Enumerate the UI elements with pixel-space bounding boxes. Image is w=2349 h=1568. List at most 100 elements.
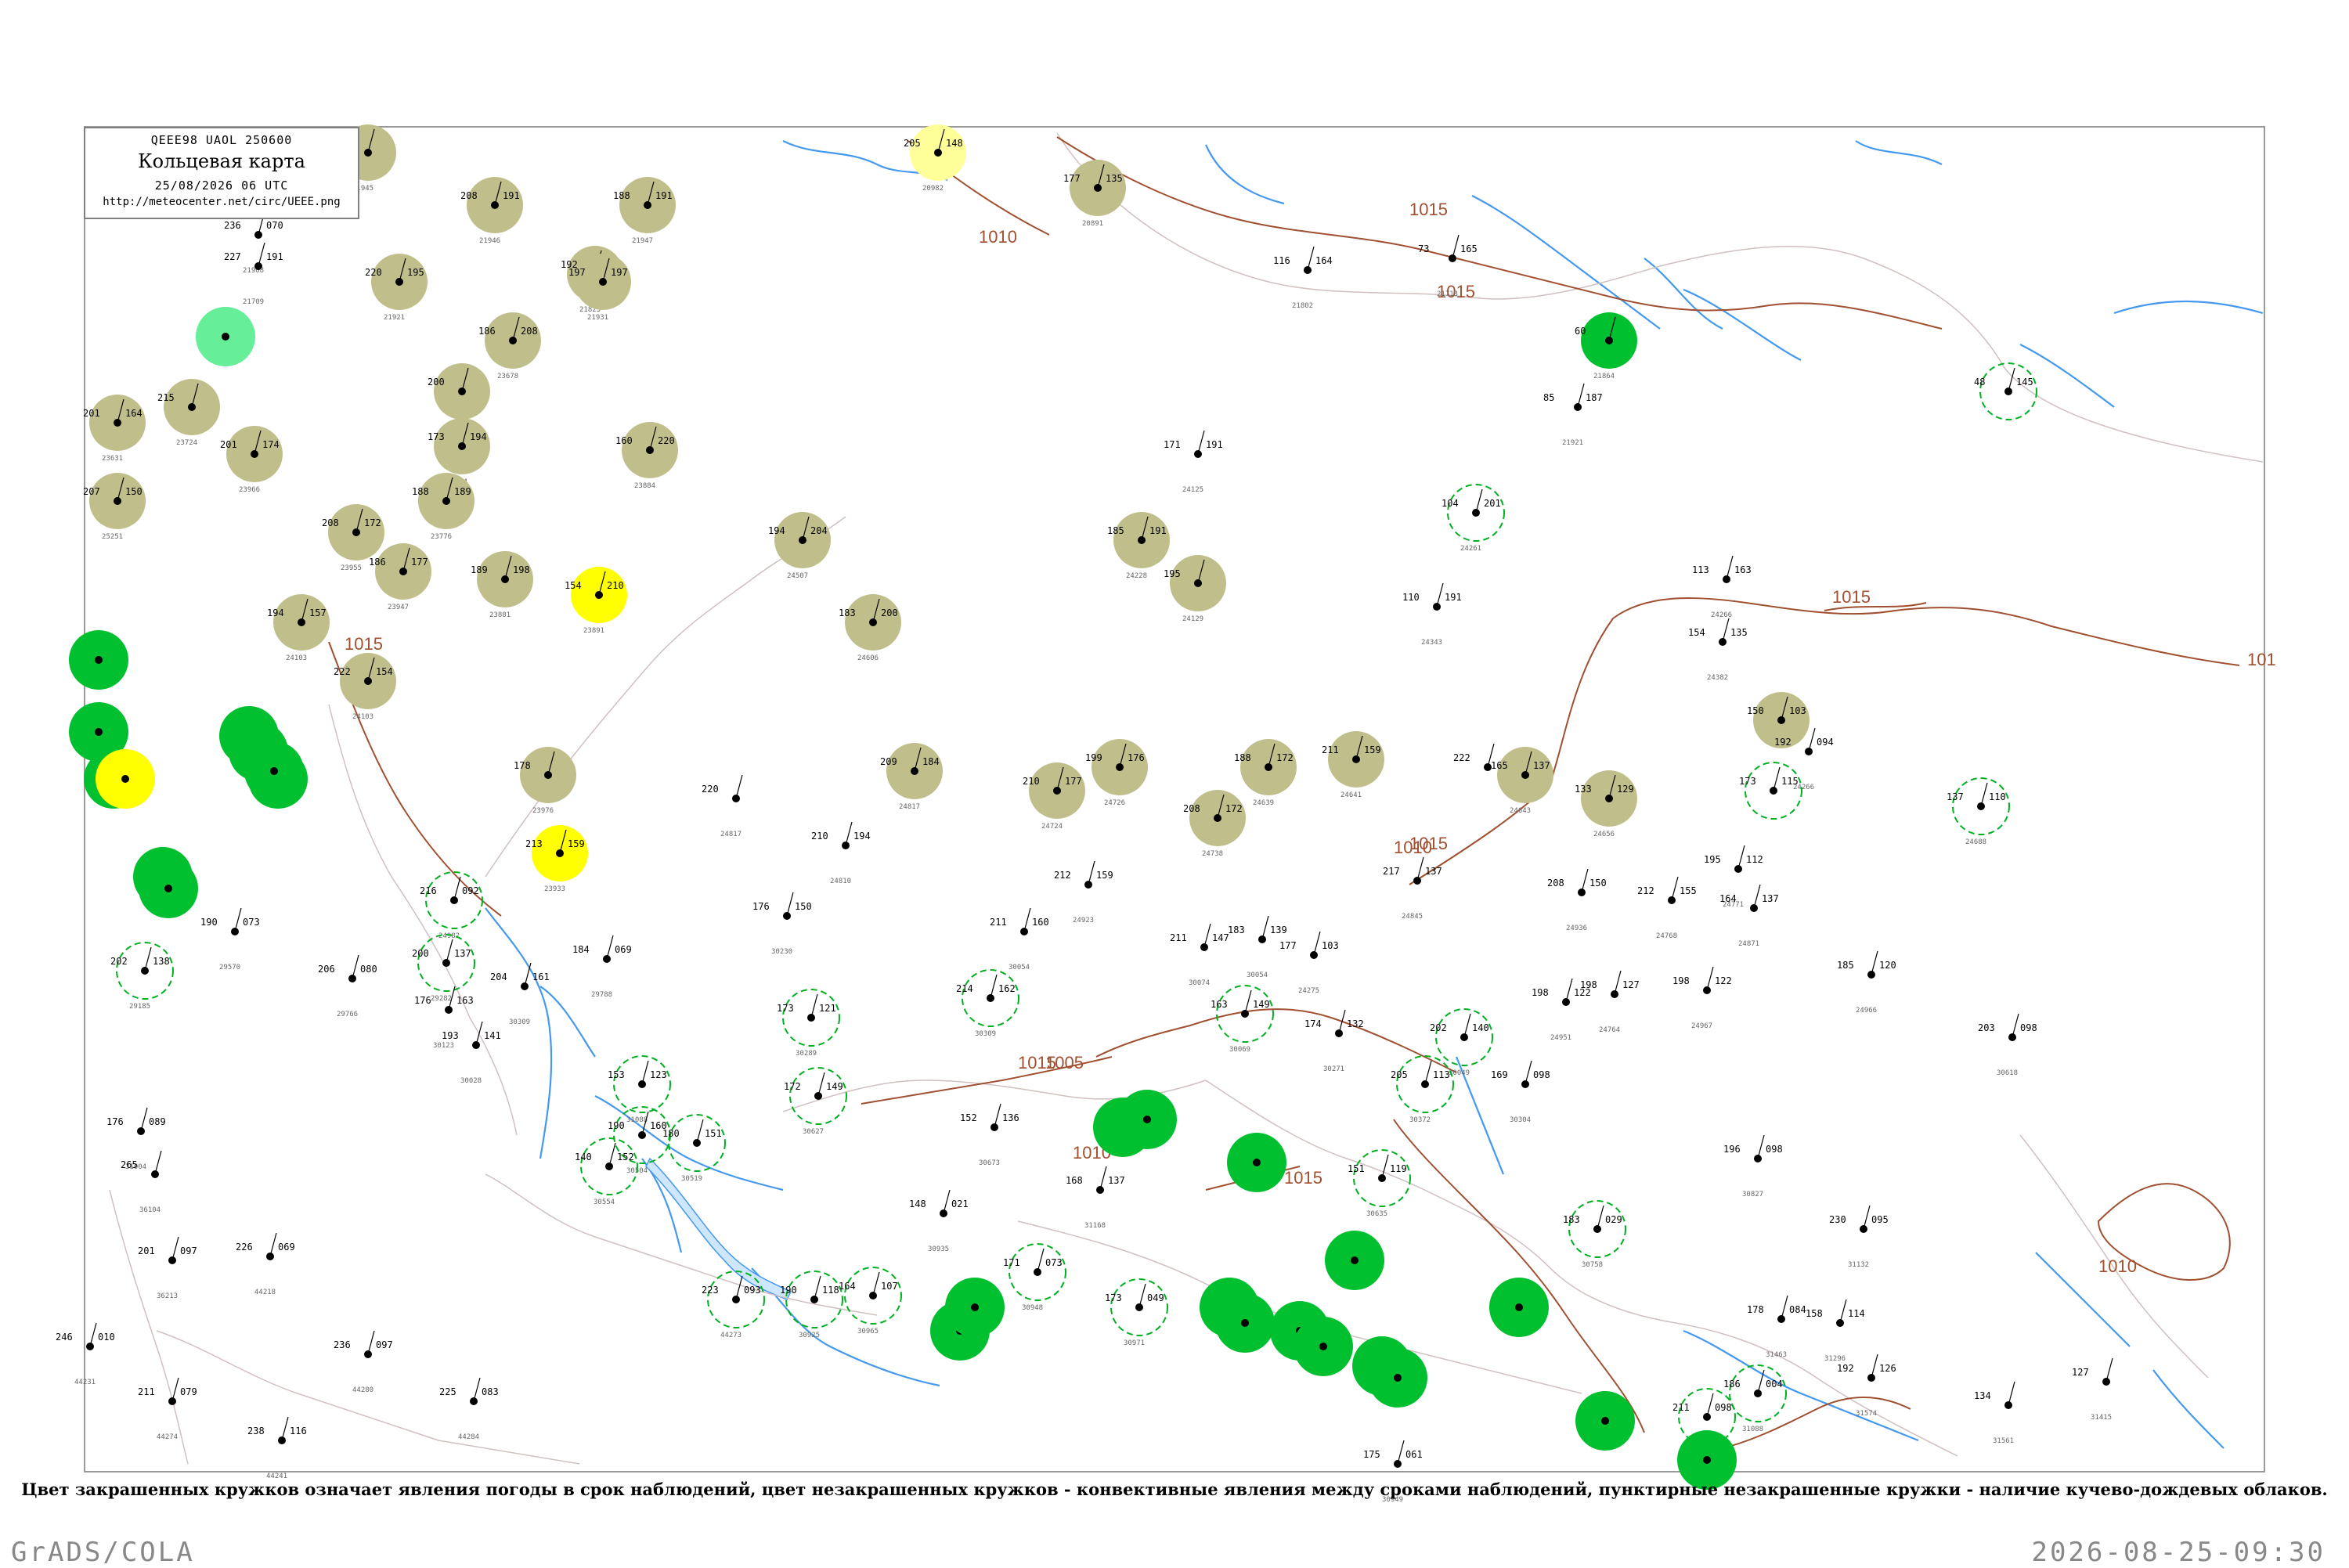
station-marker: 164 137 24871 (1719, 884, 1779, 948)
station-marker: 168 137 31168 (1066, 1166, 1125, 1230)
station-marker: 165 137 24643 (1491, 747, 1553, 815)
wind-barb (367, 1330, 375, 1355)
station-temperature: 185 (1837, 960, 1854, 971)
station-pressure: 115 (1781, 776, 1799, 787)
station-index: 23933 (544, 885, 565, 893)
station-pressure: 163 (456, 995, 474, 1006)
wind-barb (473, 1377, 481, 1402)
station-index: 23678 (497, 373, 518, 380)
station-temperature: 205 (904, 138, 921, 149)
wind-barb (1424, 1060, 1432, 1085)
station-temperature: 222 (334, 666, 351, 677)
station-temperature: 215 (157, 392, 175, 403)
station-temperature: 134 (1974, 1390, 1991, 1401)
wind-barb (446, 939, 453, 964)
station-marker: 158 114 31296 (1806, 1299, 1865, 1363)
station-pressure: 174 (262, 439, 280, 450)
station-index: 30758 (1582, 1261, 1603, 1269)
station-index: 23976 (532, 807, 554, 815)
station-temperature: 104 (1442, 498, 1459, 509)
station-temperature: 173 (1105, 1292, 1122, 1303)
station-marker: 152 136 30673 (960, 1103, 1019, 1167)
station-marker: 116 164 21802 (1273, 246, 1333, 310)
wind-barb (2105, 1357, 2113, 1382)
station-pressure: 172 (1225, 803, 1243, 814)
station-index: 31463 (1766, 1351, 1787, 1359)
station-dot (1394, 1374, 1402, 1382)
station-index: 24103 (286, 654, 307, 662)
station-temperature: 212 (1054, 870, 1071, 881)
station-pressure: 149 (1253, 999, 1270, 1010)
station-temperature: 225 (439, 1386, 456, 1397)
station-marker: 173 115 (1739, 762, 1802, 820)
station-layer: 1712194520819121946188191219472051482098… (56, 124, 2113, 1504)
station-temperature: 210 (811, 831, 828, 842)
station-pressure: 140 (1472, 1022, 1489, 1033)
station-index: 21947 (632, 237, 653, 245)
station-pressure: 112 (1746, 854, 1763, 865)
wind-barb (1597, 1205, 1604, 1230)
station-marker: 113 163 24266 (1692, 555, 1752, 619)
station-index: 30971 (1124, 1339, 1145, 1347)
station-pressure: 122 (1715, 975, 1732, 986)
station-index: 29570 (219, 964, 240, 971)
station-pressure: 194 (853, 831, 871, 842)
station-pressure: 191 (1445, 592, 1462, 603)
station-marker: 210 177 24724 (1023, 762, 1085, 831)
station-index: 24845 (1402, 913, 1423, 921)
station-index: 21931 (587, 314, 608, 322)
station-pressure: 010 (98, 1332, 115, 1343)
station-marker: 203 098 30618 (1978, 1013, 2037, 1077)
station-index: 44284 (458, 1433, 479, 1441)
station-temperature: 185 (1107, 525, 1124, 536)
wind-barb (1037, 1248, 1045, 1273)
station-pressure: 165 (1460, 243, 1478, 254)
geography-layer (109, 132, 2264, 1465)
station-temperature: 202 (1430, 1022, 1447, 1033)
station-marker: 211 159 24641 (1322, 731, 1384, 799)
station-pressure: 135 (1730, 627, 1748, 638)
station-index: 30028 (460, 1077, 482, 1085)
station-index: 24688 (1965, 838, 1986, 846)
station-index: 24817 (899, 803, 920, 811)
station-pressure: 172 (364, 517, 381, 528)
station-index: 23966 (239, 486, 260, 494)
isobar-label: 1015 (1409, 834, 1448, 853)
station-marker: 214 162 30309 (956, 969, 1019, 1038)
station-index: 24639 (1253, 799, 1274, 807)
station-marker: 171 073 30948 (1003, 1243, 1066, 1312)
station-dot (1241, 1319, 1249, 1327)
station-temperature: 201 (138, 1245, 155, 1256)
station-pressure: 150 (125, 486, 143, 497)
station-temperature: 160 (615, 435, 633, 446)
station-marker: 222 (1453, 743, 1495, 771)
wind-barb (1261, 915, 1269, 940)
station-marker: 202 138 29185 (110, 942, 174, 1011)
station-index: 24266 (1711, 611, 1732, 619)
station-index: 29788 (591, 991, 612, 999)
station-marker: 178 084 31463 (1747, 1295, 1806, 1359)
station-temperature: 208 (460, 190, 478, 201)
station-pressure: 164 (125, 408, 143, 419)
station-temperature: 214 (956, 983, 973, 994)
station-marker: 201 164 23631 (83, 395, 146, 463)
station-pressure: 114 (1848, 1308, 1865, 1319)
station-pressure: 159 (1364, 744, 1381, 755)
station-temperature: 133 (1575, 784, 1592, 795)
wind-barb (258, 242, 265, 267)
station-pressure: 137 (454, 948, 471, 959)
station-marker: 177 135 20891 (1063, 160, 1126, 228)
station-temperature: 200 (428, 377, 445, 387)
wind-barb (735, 774, 743, 799)
station-temperature: 183 (1563, 1214, 1580, 1225)
wind-barb (2008, 1381, 2015, 1406)
wind-barb (1706, 966, 1714, 991)
river-line (2113, 300, 2264, 315)
wind-barb (89, 1322, 97, 1347)
station-marker: 163 149 30069 (1211, 985, 1274, 1054)
border-line (328, 704, 518, 1136)
station-marker (1325, 1231, 1384, 1290)
station-marker: 220 195 21921 (365, 254, 428, 322)
station-pressure: 098 (1766, 1144, 1783, 1155)
station-pressure: 093 (744, 1285, 761, 1296)
